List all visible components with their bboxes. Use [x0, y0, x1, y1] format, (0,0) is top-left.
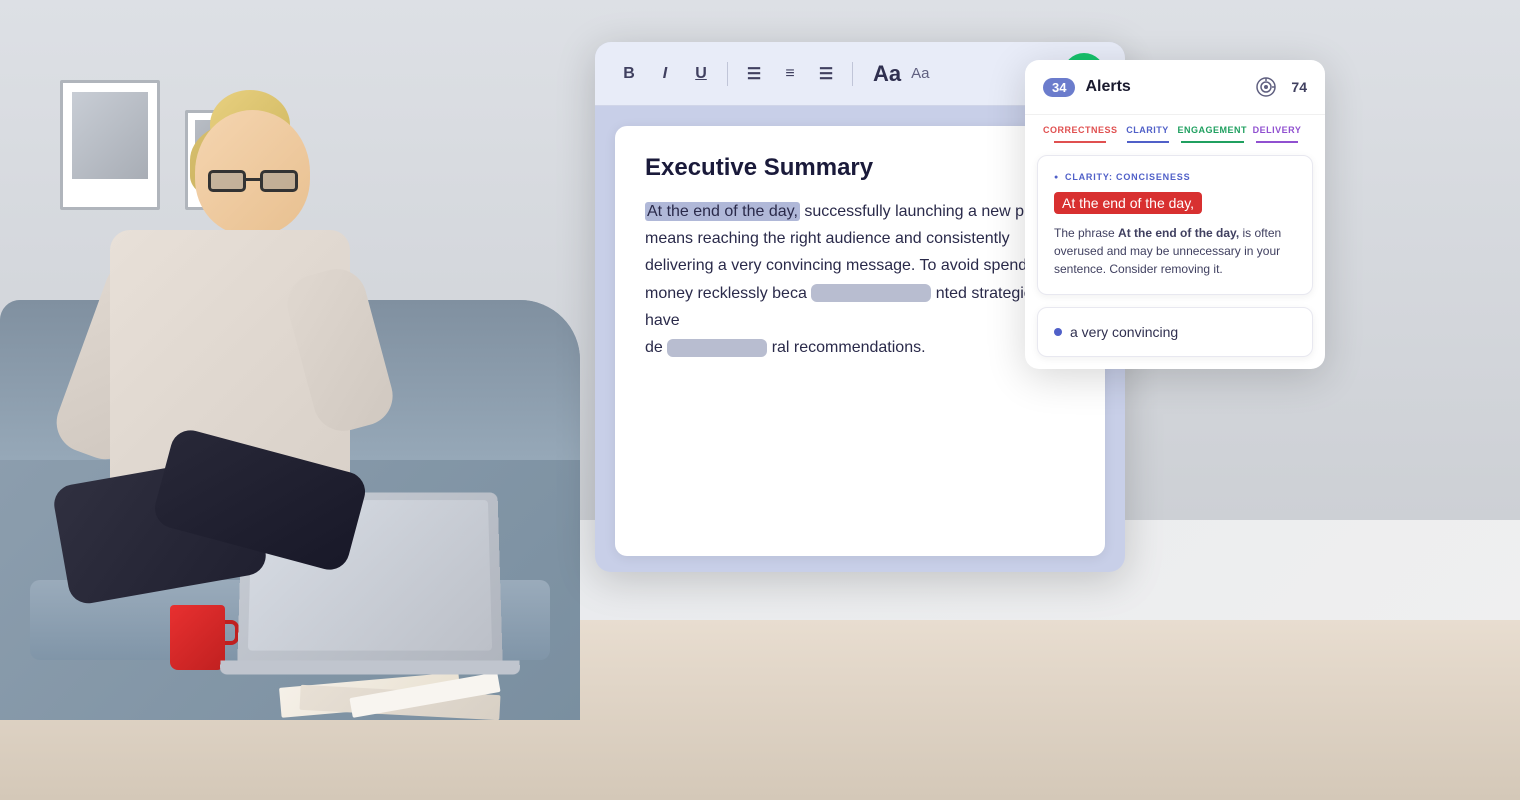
- category-tabs: CORRECTNESS CLARITY ENGAGEMENT DELIVERY: [1025, 115, 1325, 143]
- suggestion-card-2[interactable]: a very convincing: [1037, 307, 1313, 357]
- alerts-badge: 34: [1043, 78, 1075, 97]
- tab-correctness[interactable]: CORRECTNESS: [1043, 125, 1118, 143]
- align-left-button[interactable]: ☰: [740, 60, 768, 88]
- suggestion-description: The phrase At the end of the day, is oft…: [1054, 224, 1296, 278]
- tab-clarity[interactable]: CLARITY: [1118, 125, 1178, 143]
- person: [60, 110, 580, 710]
- score-value: 74: [1291, 79, 1307, 95]
- suggestion-dot: [1054, 328, 1062, 336]
- suggestions-panel: 34 Alerts 74 CORRECTNESS CLARITY ENGAGEM…: [1025, 60, 1325, 369]
- suggestion-category: CLARITY: CONCISENESS: [1054, 172, 1296, 182]
- font-large[interactable]: Aa: [873, 61, 901, 87]
- separator-1: [727, 62, 728, 86]
- error-highlight: At the end of the day,: [1054, 192, 1202, 214]
- suggestion-phrase: a very convincing: [1070, 324, 1178, 340]
- grammarly-ui: B I U ☰ ≡ ☰ Aa Aa G Executive Summary At…: [595, 42, 1295, 602]
- tab-engagement[interactable]: ENGAGEMENT: [1178, 125, 1248, 143]
- score-icon: [1255, 76, 1277, 98]
- obscured-text-2: [667, 339, 767, 357]
- align-right-button[interactable]: ☰: [812, 60, 840, 88]
- obscured-text-1: [811, 284, 931, 302]
- underline-button[interactable]: U: [687, 60, 715, 88]
- italic-button[interactable]: I: [651, 60, 679, 88]
- glasses: [208, 170, 298, 195]
- highlighted-phrase: At the end of the day,: [645, 202, 800, 221]
- person-head: [190, 110, 320, 250]
- align-center-button[interactable]: ≡: [776, 60, 804, 88]
- suggestion-card-1[interactable]: CLARITY: CONCISENESS At the end of the d…: [1037, 155, 1313, 295]
- body-text-4: ral recommendations.: [772, 339, 926, 356]
- tab-delivery[interactable]: DELIVERY: [1247, 125, 1307, 143]
- document-title: Executive Summary: [645, 154, 1075, 182]
- alerts-header: 34 Alerts 74: [1025, 60, 1325, 115]
- separator-2: [852, 62, 853, 86]
- bold-button[interactable]: B: [615, 60, 643, 88]
- document-body[interactable]: At the end of the day, successfully laun…: [645, 198, 1075, 361]
- alerts-label: Alerts: [1085, 78, 1245, 96]
- font-small[interactable]: Aa: [911, 65, 929, 82]
- body-text-3: de: [645, 339, 663, 356]
